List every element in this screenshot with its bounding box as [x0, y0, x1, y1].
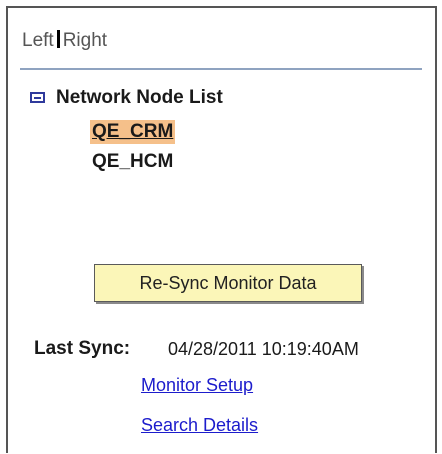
resync-monitor-data-button[interactable]: Re-Sync Monitor Data	[94, 264, 362, 302]
last-sync-value: 04/28/2011 10:19:40AM	[168, 339, 359, 359]
tree-node-qe-hcm[interactable]: QE_HCM	[92, 150, 173, 174]
pane-toggle: Left Right	[22, 30, 107, 52]
tree-root-label: Network Node List	[56, 87, 223, 108]
monitor-setup-link[interactable]: Monitor Setup	[141, 375, 253, 396]
header-divider	[20, 68, 422, 70]
tree-node-qe-crm[interactable]: QE_CRM	[90, 120, 176, 144]
search-details-link[interactable]: Search Details	[141, 415, 258, 436]
collapse-icon[interactable]	[30, 92, 45, 103]
tab-left[interactable]: Left	[22, 30, 54, 51]
tab-right[interactable]: Right	[63, 30, 107, 51]
tab-separator	[56, 30, 60, 48]
last-sync-label: Last Sync:	[34, 338, 131, 359]
